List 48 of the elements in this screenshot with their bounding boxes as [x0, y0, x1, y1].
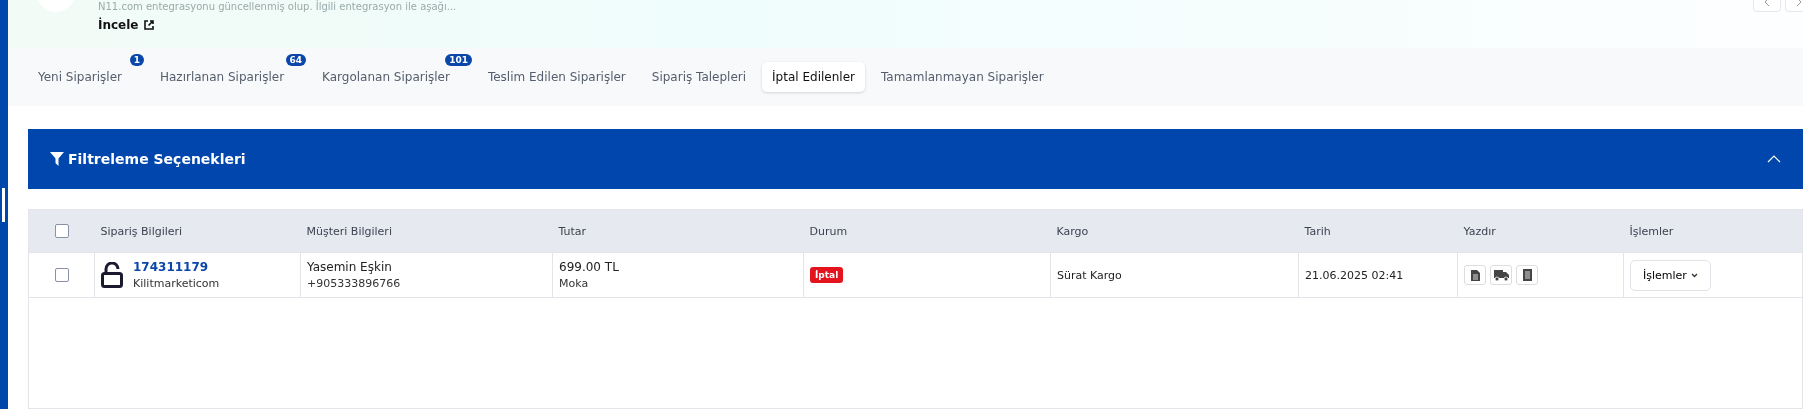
- chevron-left-icon: [1764, 0, 1770, 6]
- chevron-up-icon[interactable]: [1767, 155, 1781, 163]
- column-header: İşlemler: [1623, 209, 1803, 253]
- document-icon: [1470, 269, 1480, 281]
- actions-dropdown[interactable]: İşlemler: [1630, 259, 1711, 291]
- receipt-icon: [1522, 269, 1532, 281]
- column-header: Yazdır: [1457, 209, 1624, 253]
- filter-panel-header[interactable]: Filtreleme Seçenekleri: [28, 129, 1803, 189]
- print-shipping-button[interactable]: [1490, 265, 1512, 285]
- order-tab[interactable]: Hazırlanan Siparişler 64: [149, 54, 307, 92]
- scrollbar-thumb[interactable]: [2, 188, 5, 222]
- customer-name: Yasemin Eşkin: [307, 260, 393, 274]
- order-date: 21.06.2025 02:41: [1298, 252, 1458, 298]
- status-badge: İptal: [810, 267, 844, 283]
- print-receipt-button[interactable]: [1516, 265, 1538, 285]
- truck-icon: [1493, 269, 1509, 281]
- select-all-checkbox[interactable]: [54, 224, 69, 238]
- order-tab[interactable]: Kargolanan Siparişler 101: [312, 54, 472, 92]
- column-header: Sipariş Bilgileri: [94, 209, 301, 253]
- column-header: Tarih: [1298, 209, 1458, 253]
- column-header: Durum: [803, 209, 1051, 253]
- padlock-icon: [101, 262, 123, 288]
- external-link-icon: [143, 20, 154, 30]
- order-amount: 699.00 TL: [559, 260, 620, 274]
- notice-text: N11.com entegrasyonu güncellenmiş olup. İlgili entegrasyon ile aşağı...: [98, 1, 457, 13]
- payment-method: Moka: [559, 277, 590, 290]
- column-header: Müşteri Bilgileri: [300, 209, 553, 253]
- order-tab[interactable]: Sipariş Talepleri: [641, 62, 757, 92]
- order-tab[interactable]: Tamamlanmayan Siparişler: [870, 62, 1054, 92]
- order-tab[interactable]: Yeni Siparişler 1: [28, 54, 144, 92]
- count-badge: 1: [129, 54, 144, 66]
- chevron-right-icon: [1796, 0, 1802, 6]
- row-checkbox[interactable]: [54, 268, 69, 282]
- order-tab[interactable]: İptal Edilenler: [762, 62, 865, 92]
- caret-icon: [1690, 272, 1698, 278]
- count-badge: 64: [285, 54, 307, 66]
- count-badge: 101: [445, 54, 472, 66]
- order-tab[interactable]: Teslim Edilen Siparişler: [477, 62, 636, 92]
- filter-title: Filtreleme Seçenekleri: [68, 151, 246, 167]
- column-header: Kargo: [1050, 209, 1299, 253]
- filter-icon: [50, 152, 64, 166]
- review-link[interactable]: İncele: [98, 18, 457, 32]
- cargo-company: Sürat Kargo: [1050, 252, 1299, 298]
- print-document-button[interactable]: [1464, 265, 1486, 285]
- order-number-link[interactable]: 174311179: [133, 260, 220, 274]
- column-header: Tutar: [552, 209, 804, 253]
- store-name: Kilitmarketicom: [133, 277, 220, 290]
- customer-phone: +905333896766: [307, 277, 402, 290]
